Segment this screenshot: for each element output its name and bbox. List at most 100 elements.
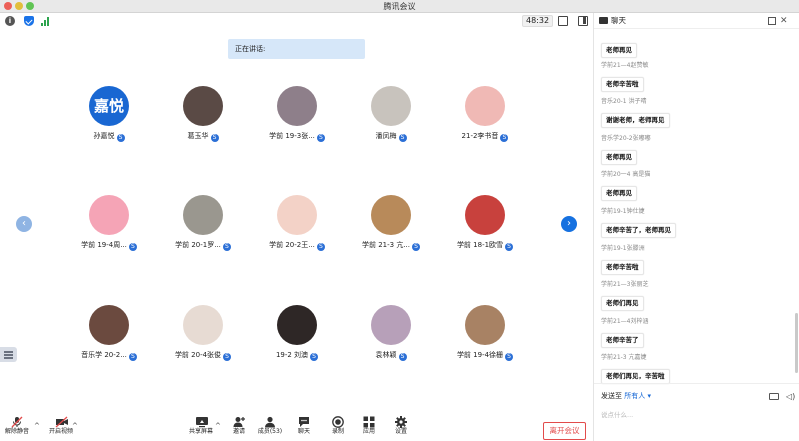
close-icon[interactable]: ✕ xyxy=(780,13,788,29)
shield-icon[interactable] xyxy=(24,16,34,26)
muted-mic-icon xyxy=(11,413,23,428)
chat-sender: 学前21-3 亢嘉婕 xyxy=(601,354,647,362)
leave-meeting-button[interactable]: 离开会议 xyxy=(543,422,586,440)
participant-tile[interactable]: 潘凤梅 S xyxy=(343,86,439,142)
avatar xyxy=(371,305,411,345)
send-to-target[interactable]: 所有人 xyxy=(624,392,645,400)
record-icon xyxy=(332,413,344,428)
chat-message: 音乐20-1 洪子晴 谢谢老师，老师再见 xyxy=(601,97,670,129)
avatar xyxy=(183,86,223,126)
verified-icon: S xyxy=(316,243,325,251)
verified-icon: S xyxy=(398,134,407,142)
chat-bubble: 老师再见 xyxy=(601,149,637,165)
fullscreen-icon[interactable] xyxy=(558,16,568,26)
chat-title: 聊天 xyxy=(611,16,626,25)
participant-name-text: 袁林颖 xyxy=(375,351,397,359)
participant-tile[interactable]: 21-2李书音 S xyxy=(437,86,533,142)
folder-icon[interactable] xyxy=(769,393,779,400)
gear-icon xyxy=(395,413,407,428)
verified-icon: S xyxy=(500,134,509,142)
chat-message-list[interactable]: 老师再见 学前21—4赵赞敏 老师辛苦啦 音乐20-1 洪子晴 谢谢老师，老师再见 音乐学… xyxy=(594,29,794,393)
chat-bubble-icon xyxy=(298,413,310,427)
chat-scrollbar[interactable] xyxy=(795,313,798,373)
chat-sender: 学前19-1张滕洲 xyxy=(601,244,645,252)
avatar xyxy=(89,195,129,235)
chat-message: 学前21—4赵赞敏 老师辛苦啦 xyxy=(601,61,648,92)
participant-tile[interactable]: 学前 19-4徐栅 S xyxy=(437,305,533,361)
speaker-icon[interactable]: ◁) xyxy=(786,392,795,401)
layout-icon[interactable] xyxy=(578,16,588,26)
participant-name: 葛玉华 S xyxy=(155,131,251,142)
chevron-down-icon: ▾ xyxy=(647,392,651,400)
chat-message: 学前20一4 高是猫 老师再见 xyxy=(601,170,650,202)
participant-name: 学前 18-1欧雪 S xyxy=(437,240,533,251)
avatar xyxy=(465,195,505,235)
unmute-button[interactable]: 解除静音 xyxy=(0,408,37,437)
verified-icon: S xyxy=(222,243,231,251)
participant-tile[interactable]: 音乐学 20-2... S xyxy=(61,305,157,361)
participant-tile[interactable]: 嘉悦孙嘉悦 S xyxy=(61,86,157,142)
chat-sender: 学前21—3张丽芝 xyxy=(601,281,649,289)
avatar xyxy=(277,305,317,345)
participant-name: 学前 20-2王... S xyxy=(249,240,345,251)
chat-message: 学前21-3 亢嘉婕 老师们再见，辛苦啦 xyxy=(601,353,670,385)
chat-message: 学前19-1钟仕婕 老师辛苦了，老师再见 xyxy=(601,207,676,238)
chat-bubble: 老师辛苦啦 xyxy=(601,259,644,275)
participant-name-text: 音乐学 20-2... xyxy=(81,351,127,359)
participant-tile[interactable]: 袁林颖 S xyxy=(343,305,439,361)
participant-name-text: 学前 21-3 亢... xyxy=(361,241,410,249)
meeting-timer: 48:32 xyxy=(522,15,554,27)
avatar: 嘉悦 xyxy=(89,86,129,126)
window-title: 腾讯会议 xyxy=(383,2,416,11)
participant-name: 学前 20-1罗... S xyxy=(155,240,251,251)
participant-list-toggle[interactable] xyxy=(0,347,17,362)
chat-header: 聊天 ✕ xyxy=(594,13,799,29)
participant-tile[interactable]: 学前 19-3张... S xyxy=(249,86,345,142)
participant-name: 袁林颖 S xyxy=(343,350,439,361)
participant-tile[interactable]: 学前 18-1欧雪 S xyxy=(437,195,533,251)
popout-icon[interactable] xyxy=(768,17,776,25)
participant-name-text: 学前 20-2王... xyxy=(269,241,315,249)
video-options-caret[interactable]: ^ xyxy=(72,422,78,430)
audio-options-caret[interactable]: ^ xyxy=(34,422,40,430)
chat-sender: 音乐20-1 洪子晴 xyxy=(601,98,647,106)
chat-bubble: 老师再见 xyxy=(601,43,637,58)
chat-message: 学前19-1张滕洲老师辛苦啦 xyxy=(601,244,645,275)
participant-tile[interactable]: 学前 20-4张俊 S xyxy=(155,305,251,361)
info-icon[interactable]: i xyxy=(5,16,15,26)
chat-message: 老师再见 xyxy=(601,37,637,58)
chat-panel: 聊天 ✕ 老师再见 学前21—4赵赞敏 老师辛苦啦 音乐20-1 洪子晴 谢谢老师，老师… xyxy=(593,13,799,441)
signal-icon[interactable] xyxy=(41,16,51,26)
verified-icon: S xyxy=(128,353,137,361)
chat-sender: 学前21—4刘梓涵 xyxy=(601,317,649,325)
bottom-toolbar: 解除静音 ^ 开启视频 ^ 共享屏幕 ^ 邀请 成员(53) 聊天 录制 应用 … xyxy=(0,408,593,441)
chat-icon xyxy=(599,17,608,24)
verified-icon: S xyxy=(223,353,232,361)
send-to-selector[interactable]: 发送至 所有人 ▾ xyxy=(601,391,651,401)
participant-name-text: 学前 19-4徐栅 xyxy=(456,351,504,359)
participant-tile[interactable]: 学前 20-2王... S xyxy=(249,195,345,251)
participant-name: 学前 21-3 亢... S xyxy=(343,240,439,251)
verified-icon: S xyxy=(505,353,514,361)
participant-name-text: 21-2李书音 xyxy=(461,132,499,140)
users-icon xyxy=(264,413,276,428)
participant-tile[interactable]: 19-2 刘澳 S xyxy=(249,305,345,361)
participant-name: 21-2李书音 S xyxy=(437,131,533,142)
participant-tile[interactable]: 学前 21-3 亢... S xyxy=(343,195,439,251)
settings-button[interactable]: 设置 xyxy=(381,408,421,437)
next-page-button[interactable]: › xyxy=(561,216,577,232)
verified-icon: S xyxy=(412,243,420,251)
verified-icon: S xyxy=(210,134,219,142)
video-area: i 48:32 正在讲话: ‹ › 嘉悦 孙嘉悦 S 葛玉华 S 学前 19-3张... S… xyxy=(0,13,593,441)
participant-name: 音乐学 20-2... S xyxy=(61,350,157,361)
participant-name-text: 孙嘉悦 xyxy=(93,132,115,140)
participant-name-text: 潘凤梅 xyxy=(375,132,397,140)
camera-off-icon xyxy=(55,413,68,428)
participant-tile[interactable]: 学前 20-1罗... S xyxy=(155,195,251,251)
participant-tile[interactable]: 葛玉华 S xyxy=(155,86,251,142)
participant-name: 孙嘉悦 S xyxy=(61,131,157,142)
avatar xyxy=(371,86,411,126)
chat-input[interactable] xyxy=(601,409,791,421)
participant-tile[interactable]: 学前 19-4周... S xyxy=(61,195,157,251)
prev-page-button[interactable]: ‹ xyxy=(16,216,32,232)
